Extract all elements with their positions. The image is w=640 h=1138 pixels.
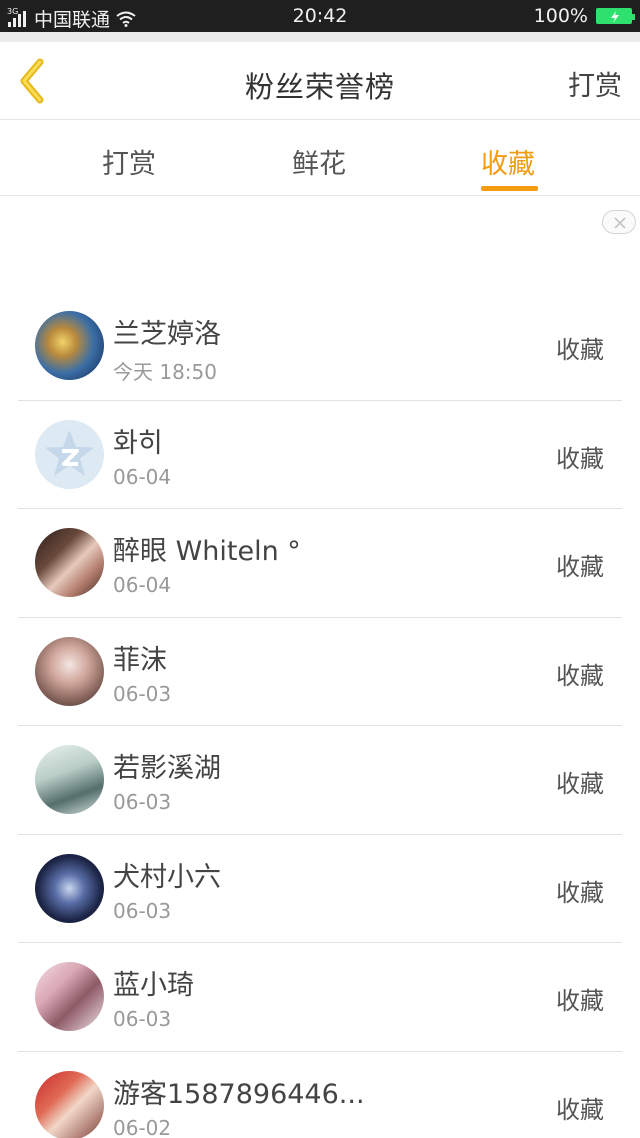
fan-date: 06-03 — [113, 681, 172, 706]
page-title: 粉丝荣誉榜 — [244, 70, 395, 104]
tab-bar: 打赏 鲜花 收藏 — [0, 120, 640, 196]
favorite-label: 收藏 — [556, 878, 604, 907]
avatar[interactable] — [35, 528, 104, 597]
avatar[interactable] — [35, 636, 104, 706]
fan-name: 若影溪湖 — [113, 753, 221, 784]
list-item[interactable]: 兰芝婷洛 今天 18:50 收藏 — [18, 292, 622, 401]
fan-name: 화히 — [113, 427, 163, 459]
fan-name: 醉眼 Whiteln ° — [113, 536, 301, 567]
avatar[interactable] — [35, 745, 104, 814]
favorite-label: 收藏 — [556, 661, 604, 690]
list-item[interactable]: 화히 06-04 收藏 — [18, 401, 622, 509]
favorite-label: 收藏 — [556, 336, 604, 364]
fan-name: 菲沫 — [113, 644, 167, 676]
list-item[interactable]: 游客1587896446... 06-02 收藏 — [18, 1052, 622, 1138]
fan-date: 06-03 — [113, 898, 172, 923]
nav-bar: 粉丝荣誉榜 打赏 — [0, 42, 640, 120]
tab-favorites[interactable]: 收藏 — [481, 142, 535, 181]
avatar[interactable] — [35, 311, 104, 380]
list-item[interactable]: 犬村小六 06-03 收藏 — [18, 835, 622, 943]
favorite-label: 收藏 — [556, 444, 604, 473]
fan-date: 06-03 — [113, 790, 172, 814]
reward-button[interactable]: 打赏 — [568, 64, 622, 103]
avatar[interactable] — [35, 1070, 104, 1138]
fan-date: 06-03 — [113, 1007, 172, 1031]
favorite-label: 收藏 — [556, 553, 604, 581]
favorite-label: 收藏 — [556, 1095, 604, 1124]
fan-date: 06-04 — [113, 573, 172, 597]
list-item[interactable]: 若影溪湖 06-03 收藏 — [18, 726, 622, 835]
list-item[interactable]: 醉眼 Whiteln ° 06-04 收藏 — [18, 509, 622, 618]
avatar[interactable] — [35, 419, 104, 489]
status-right: 100% — [533, 5, 635, 27]
battery-icon — [596, 8, 635, 24]
tab-reward[interactable]: 打赏 — [102, 142, 156, 181]
avatar[interactable] — [35, 853, 104, 923]
close-icon — [614, 217, 626, 229]
tab-flowers[interactable]: 鲜花 — [292, 142, 346, 181]
fan-list: 兰芝婷洛 今天 18:50 收藏 화히 06-04 收藏 醉眼 Whiteln … — [18, 292, 622, 1138]
active-tab-indicator — [481, 186, 538, 191]
fan-name: 犬村小六 — [113, 861, 221, 893]
fan-date: 今天 18:50 — [113, 360, 217, 384]
fan-date: 06-02 — [113, 1115, 172, 1138]
favorite-label: 收藏 — [556, 770, 604, 798]
list-item[interactable]: 菲沫 06-03 收藏 — [18, 618, 622, 726]
fan-name: 蓝小琦 — [113, 970, 194, 1001]
status-spacer — [0, 32, 640, 42]
fan-name: 游客1587896446... — [113, 1078, 365, 1110]
battery-percent: 100% — [533, 5, 588, 27]
favorite-label: 收藏 — [556, 987, 604, 1015]
status-bar: 3G 中国联通 20:42 100% — [0, 0, 640, 32]
list-item[interactable]: 蓝小琦 06-03 收藏 — [18, 943, 622, 1052]
fan-date: 06-04 — [113, 464, 172, 489]
default-avatar-icon — [45, 429, 94, 476]
close-ad-button[interactable] — [602, 210, 636, 234]
avatar[interactable] — [35, 962, 104, 1031]
fan-name: 兰芝婷洛 — [113, 319, 221, 350]
